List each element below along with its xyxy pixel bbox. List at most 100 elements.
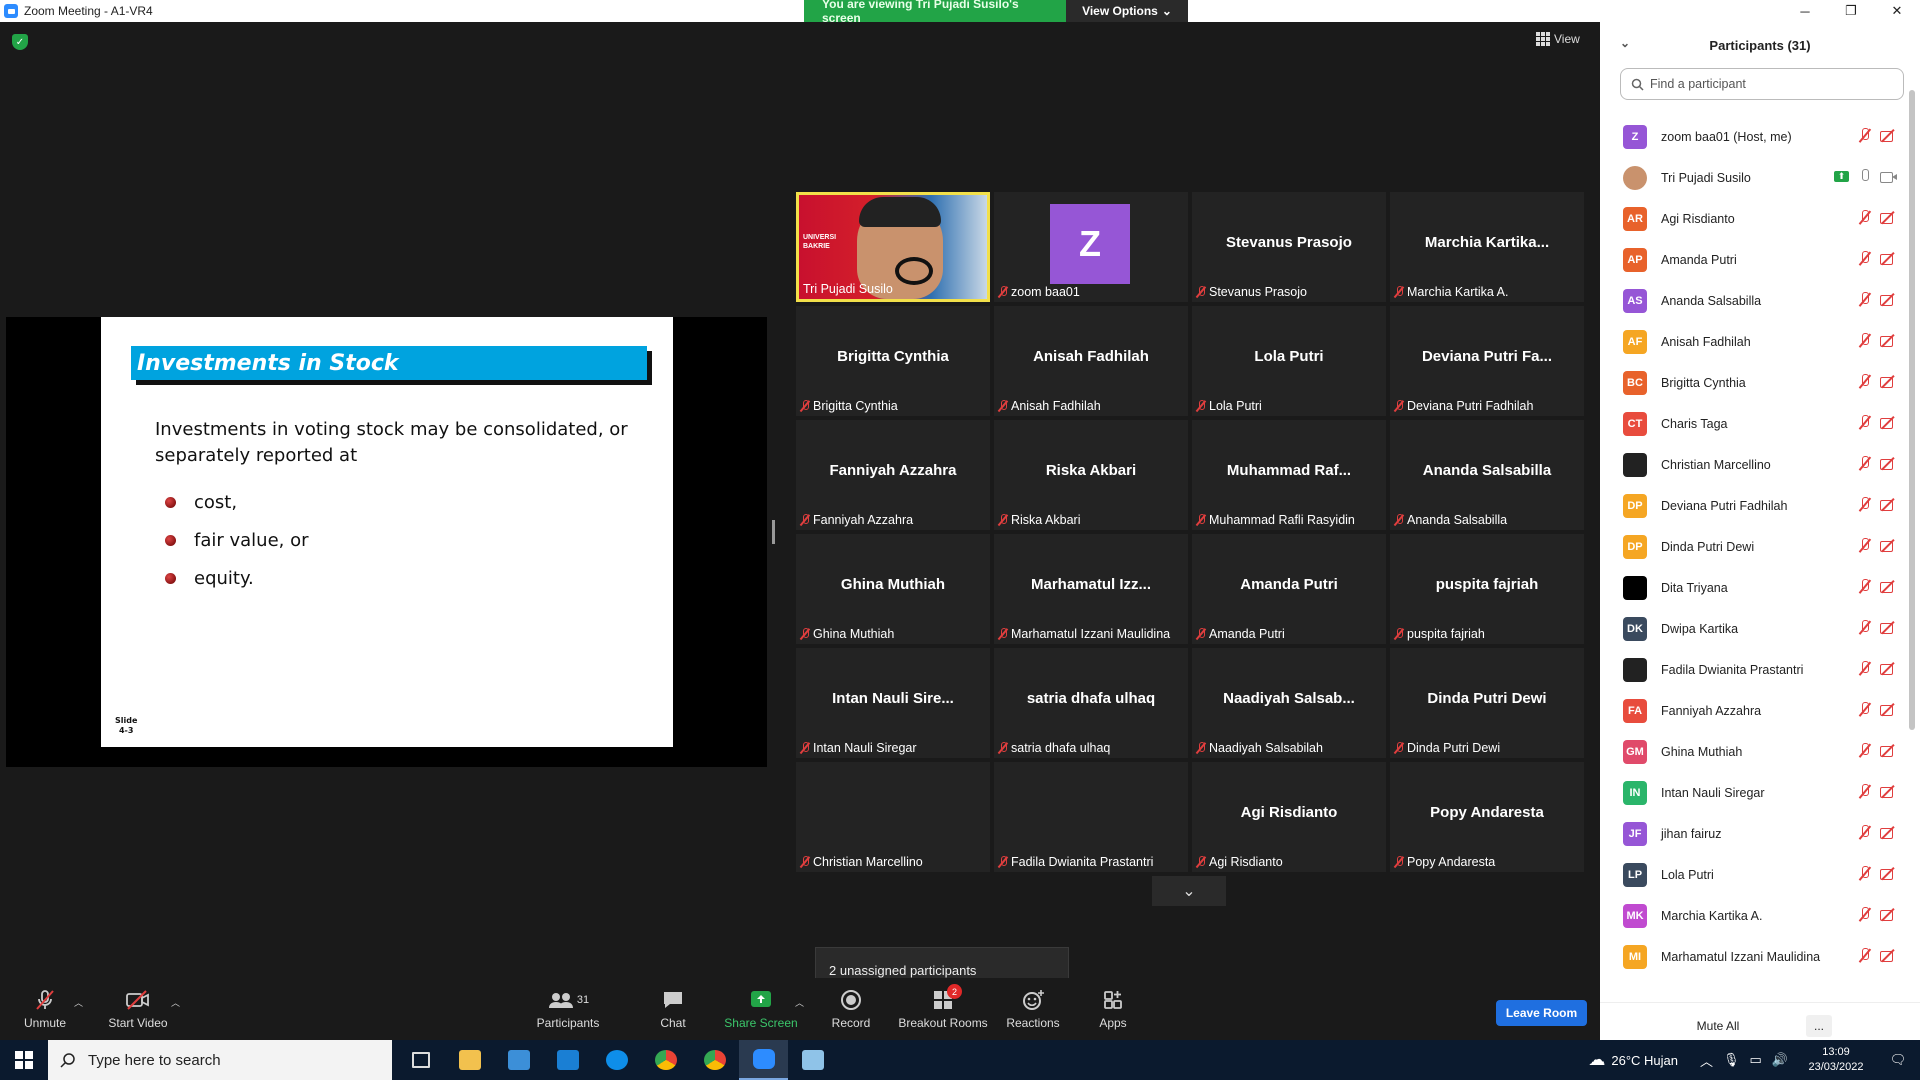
participant-list-item[interactable]: Christian Marcellino <box>1600 444 1905 485</box>
participant-name: Intan Nauli Siregar <box>813 741 917 755</box>
chat-button[interactable]: Chat <box>628 988 718 1030</box>
view-options-button[interactable]: View Options ⌄ <box>1066 0 1188 22</box>
notification-icon[interactable]: 🗨 <box>1876 1052 1920 1068</box>
participant-list-item[interactable]: IN Intan Nauli Siregar <box>1600 772 1905 813</box>
participant-video-tile[interactable]: Christian Marcellino <box>796 762 990 872</box>
participant-video-tile[interactable]: Muhammad Raf... Muhammad Rafli Rasyidin <box>1192 420 1386 530</box>
participant-list-scrollbar[interactable] <box>1909 90 1915 730</box>
participant-list-item[interactable]: GM Ghina Muthiah <box>1600 731 1905 772</box>
apps-button[interactable]: Apps <box>1068 988 1158 1030</box>
microphone-tray-icon[interactable]: 🎙 <box>1723 1052 1740 1068</box>
participant-list-item[interactable]: AS Ananda Salsabilla <box>1600 280 1905 321</box>
viewing-screen-label: You are viewing Tri Pujadi Susilo's scre… <box>804 0 1066 25</box>
tray-chevron-icon[interactable]: ︿ <box>1700 1051 1713 1070</box>
task-view-icon[interactable] <box>396 1040 445 1080</box>
participant-video-tile[interactable]: Popy Andaresta Popy Andaresta <box>1390 762 1584 872</box>
participant-video-tile[interactable]: Marchia Kartika... Marchia Kartika A. <box>1390 192 1584 302</box>
maximize-button[interactable]: ❐ <box>1828 0 1874 22</box>
reactions-button[interactable]: Reactions <box>988 988 1078 1030</box>
participant-video-tile[interactable]: Marhamatul Izz... Marhamatul Izzani Mauli… <box>994 534 1188 644</box>
notepad-icon[interactable] <box>788 1040 837 1080</box>
file-explorer-icon[interactable] <box>445 1040 494 1080</box>
participant-video-tile[interactable]: UNIVERSI BAKRIE Tri Pujadi Susilo <box>796 192 990 302</box>
participant-name: zoom baa01 (Host, me) <box>1661 129 1792 144</box>
share-options-caret[interactable]: ︿ <box>795 996 804 1009</box>
participant-video-tile[interactable]: Ananda Salsabilla Ananda Salsabilla <box>1390 420 1584 530</box>
participant-video-tile[interactable]: Agi Risdianto Agi Risdianto <box>1192 762 1386 872</box>
weather-text[interactable]: 26°C Hujan <box>1611 1053 1678 1068</box>
audio-options-caret[interactable]: ︿ <box>74 996 83 1009</box>
close-button[interactable]: ✕ <box>1874 0 1920 22</box>
mail-icon[interactable] <box>543 1040 592 1080</box>
participants-button[interactable]: 31 Participants <box>523 988 613 1030</box>
taskbar-clock[interactable]: 13:09 23/03/2022 <box>1796 1045 1876 1075</box>
breakout-rooms-label: Breakout Rooms <box>898 1016 988 1030</box>
participant-list-item[interactable]: AF Anisah Fadhilah <box>1600 321 1905 362</box>
participant-list-item[interactable]: Tri Pujadi Susilo ⬆ <box>1600 157 1905 198</box>
participant-video-tile[interactable]: Naadiyah Salsab... Naadiyah Salsabilah <box>1192 648 1386 758</box>
collapse-chevron-icon[interactable]: ⌄ <box>1620 36 1630 50</box>
chrome-profile-icon[interactable] <box>690 1040 739 1080</box>
breakout-rooms-button[interactable]: 2 Breakout Rooms <box>898 984 988 1030</box>
participant-avatar: AS <box>1623 288 1647 313</box>
participant-video-tile[interactable]: Fanniyah Azzahra Fanniyah Azzahra <box>796 420 990 530</box>
zoom-taskbar-icon[interactable] <box>739 1040 788 1080</box>
share-screen-button[interactable]: Share Screen <box>716 988 806 1030</box>
teamviewer-icon[interactable] <box>592 1040 641 1080</box>
video-options-caret[interactable]: ︿ <box>171 996 180 1009</box>
split-view-handle[interactable] <box>772 520 775 544</box>
participant-list-item[interactable]: DP Deviana Putri Fadhilah <box>1600 485 1905 526</box>
participant-list-item[interactable]: LP Lola Putri <box>1600 854 1905 895</box>
more-options-button[interactable]: ... <box>1806 1015 1832 1037</box>
participant-video-tile[interactable]: Ghina Muthiah Ghina Muthiah <box>796 534 990 644</box>
participant-list-item[interactable]: CT Charis Taga <box>1600 403 1905 444</box>
microphone-muted-icon <box>1858 128 1871 143</box>
participant-list-item[interactable]: BC Brigitta Cynthia <box>1600 362 1905 403</box>
participant-video-tile[interactable]: Intan Nauli Sire... Intan Nauli Siregar <box>796 648 990 758</box>
participant-video-tile[interactable]: Riska Akbari Riska Akbari <box>994 420 1188 530</box>
unmute-button[interactable]: Unmute <box>0 988 90 1030</box>
participant-list-item[interactable]: FA Fanniyah Azzahra <box>1600 690 1905 731</box>
participant-video-tile[interactable]: Amanda Putri Amanda Putri <box>1192 534 1386 644</box>
participant-video-tile[interactable]: Brigitta Cynthia Brigitta Cynthia <box>796 306 990 416</box>
participant-status-icons <box>1858 702 1897 717</box>
participant-video-tile[interactable]: puspita fajriah puspita fajriah <box>1390 534 1584 644</box>
record-label: Record <box>831 1016 871 1030</box>
participant-video-tile[interactable]: Stevanus Prasojo Stevanus Prasojo <box>1192 192 1386 302</box>
participant-list-item[interactable]: Fadila Dwianita Prastantri <box>1600 649 1905 690</box>
participant-list-item[interactable]: AR Agi Risdianto <box>1600 198 1905 239</box>
network-icon[interactable]: ▭ <box>1750 1052 1762 1068</box>
leave-room-button[interactable]: Leave Room <box>1496 1000 1587 1026</box>
participant-list-item[interactable]: Zzoom baa01 (Host, me) <box>1600 116 1905 157</box>
participant-name: Riska Akbari <box>1011 513 1081 527</box>
participant-list-item[interactable]: DK Dwipa Kartika <box>1600 608 1905 649</box>
participant-display-name: Marchia Kartika... <box>1424 234 1550 251</box>
participant-list-item[interactable]: MK Marchia Kartika A. <box>1600 895 1905 936</box>
microsoft-store-icon[interactable] <box>494 1040 543 1080</box>
taskbar-search-box[interactable]: Type here to search <box>48 1040 392 1080</box>
participant-search-input[interactable]: Find a participant <box>1620 68 1904 100</box>
mute-all-button[interactable]: Mute All <box>1682 1015 1754 1037</box>
security-shield-icon[interactable]: ✓ <box>12 34 28 50</box>
minimize-button[interactable]: ─ <box>1782 0 1828 22</box>
participant-video-tile[interactable]: Dinda Putri Dewi Dinda Putri Dewi <box>1390 648 1584 758</box>
participant-video-tile[interactable]: Lola Putri Lola Putri <box>1192 306 1386 416</box>
participant-video-tile[interactable]: Zzoom baa01 <box>994 192 1188 302</box>
start-button[interactable] <box>0 1040 48 1080</box>
chrome-icon[interactable] <box>641 1040 690 1080</box>
slide-number: Slide 4-3 <box>115 716 137 736</box>
participant-video-tile[interactable]: Anisah Fadhilah Anisah Fadhilah <box>994 306 1188 416</box>
start-video-button[interactable]: Start Video <box>93 988 183 1030</box>
gallery-next-page-button[interactable]: ⌄ <box>1152 876 1226 906</box>
participant-list-item[interactable]: DP Dinda Putri Dewi <box>1600 526 1905 567</box>
participant-video-tile[interactable]: Fadila Dwianita Prastantri <box>994 762 1188 872</box>
participant-video-tile[interactable]: satria dhafa ulhaq satria dhafa ulhaq <box>994 648 1188 758</box>
participant-video-tile[interactable]: Deviana Putri Fa... Deviana Putri Fadhila… <box>1390 306 1584 416</box>
participant-list-item[interactable]: MI Marhamatul Izzani Maulidina <box>1600 936 1905 977</box>
participant-list-item[interactable]: JF jihan fairuz <box>1600 813 1905 854</box>
view-layout-button[interactable]: View <box>1536 32 1580 46</box>
volume-icon[interactable]: 🔊 <box>1772 1052 1788 1068</box>
record-button[interactable]: Record <box>806 988 896 1030</box>
participant-list-item[interactable]: AP Amanda Putri <box>1600 239 1905 280</box>
participant-list-item[interactable]: Dita Triyana <box>1600 567 1905 608</box>
